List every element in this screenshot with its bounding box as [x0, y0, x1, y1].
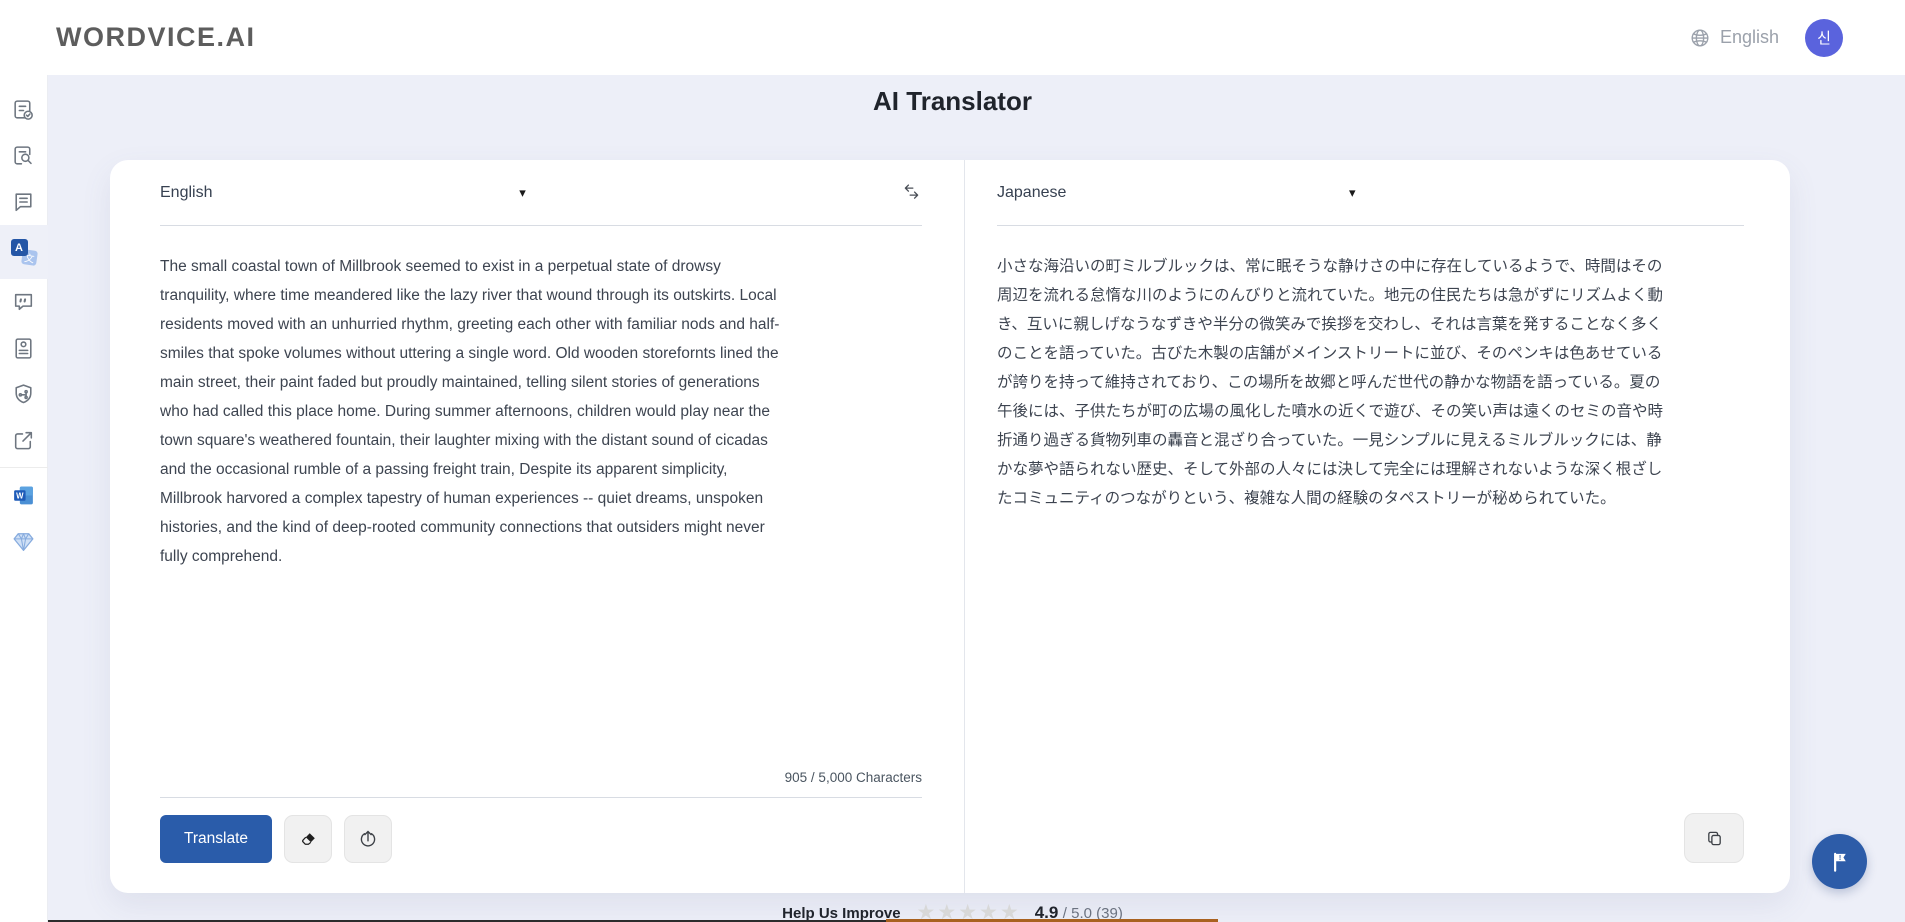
svg-text:!: !: [1838, 855, 1840, 862]
header-right: English 신: [1689, 19, 1843, 57]
source-bottom-divider: [160, 797, 922, 798]
avatar[interactable]: 신: [1805, 19, 1843, 57]
feedback-fab[interactable]: !: [1812, 834, 1867, 889]
eraser-icon: [298, 829, 319, 850]
chevron-down-icon: ▾: [1349, 185, 1356, 201]
external-link-icon: [11, 428, 36, 453]
source-language-select[interactable]: English ▾: [160, 184, 526, 202]
swap-languages-button[interactable]: [901, 182, 922, 203]
rating-label: Help Us Improve: [782, 905, 900, 922]
source-language-label: English: [160, 184, 212, 202]
target-text-output: 小さな海沿いの町ミルブルックは、常に眠そうな静けさの中に存在しているようで、時間…: [997, 226, 1744, 893]
chat-lines-icon: [11, 190, 36, 215]
erase-button[interactable]: [284, 815, 332, 863]
document-check-icon: [11, 98, 36, 123]
globe-icon: [1689, 27, 1711, 49]
source-lang-row: English ▾: [160, 160, 922, 226]
sidebar-item-proofreading[interactable]: [0, 87, 48, 133]
target-language-label: Japanese: [997, 184, 1066, 202]
app-root: WORDVICE.AI English 신: [0, 0, 1905, 922]
page-title: AI Translator: [0, 86, 1905, 117]
upload-button[interactable]: [344, 815, 392, 863]
sidebar-divider: [0, 467, 48, 468]
sidebar-item-citations[interactable]: [0, 279, 48, 325]
resume-icon: [11, 336, 36, 361]
target-panel: Japanese ▾ 小さな海沿いの町ミルブルックは、常に眠そうな静けさの中に存…: [965, 160, 1790, 893]
site-language-selector[interactable]: English: [1689, 27, 1779, 49]
sidebar-item-premium[interactable]: [0, 518, 48, 564]
target-language-select[interactable]: Japanese ▾: [997, 184, 1356, 202]
ms-word-icon: W: [11, 483, 36, 508]
quote-bubble-icon: [11, 290, 36, 315]
char-count: 905 / 5,000 Characters: [160, 770, 922, 785]
header: WORDVICE.AI English 신: [0, 0, 1905, 75]
upload-icon: [357, 828, 379, 850]
target-lang-row: Japanese ▾: [997, 160, 1744, 226]
document-search-icon: [11, 144, 36, 169]
translate-button[interactable]: Translate: [160, 815, 272, 863]
wordvice-logo: WORDVICE.AI: [56, 22, 256, 53]
source-text-input[interactable]: The small coastal town of Millbrook seem…: [160, 226, 922, 770]
swap-arrows-icon: [901, 182, 922, 203]
copy-button[interactable]: [1684, 813, 1744, 863]
sidebar: A 文: [0, 75, 48, 922]
source-actions: Translate: [160, 815, 922, 863]
site-language-label: English: [1720, 27, 1779, 48]
ai-translator-icon: A 文: [11, 239, 37, 265]
shield-ai-icon: [11, 382, 36, 407]
sidebar-item-ms-word[interactable]: W: [0, 472, 48, 518]
sidebar-item-resume[interactable]: [0, 325, 48, 371]
sidebar-item-summarizer[interactable]: [0, 179, 48, 225]
sidebar-item-ai-detector[interactable]: [0, 371, 48, 417]
sidebar-item-external-link[interactable]: [0, 417, 48, 463]
sidebar-item-ai-translator[interactable]: A 文: [0, 225, 48, 279]
diamond-icon: [11, 529, 36, 554]
translator-a-glyph: A: [11, 239, 28, 256]
sidebar-item-plagiarism-check[interactable]: [0, 133, 48, 179]
svg-text:W: W: [16, 491, 24, 500]
translator-card: English ▾ The small coastal town of Mill…: [110, 160, 1790, 893]
copy-icon: [1704, 828, 1725, 849]
flag-icon: !: [1827, 849, 1853, 875]
chevron-down-icon: ▾: [519, 185, 526, 201]
source-panel: English ▾ The small coastal town of Mill…: [110, 160, 965, 893]
